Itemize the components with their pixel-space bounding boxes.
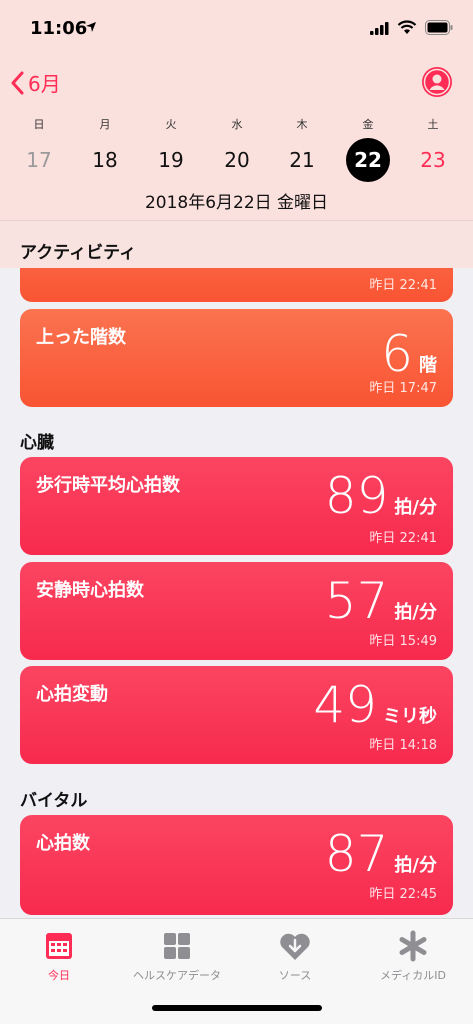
battery-icon [425, 20, 453, 35]
card-value: 6 [381, 325, 413, 383]
day-cell[interactable]: 20 [215, 138, 259, 182]
floors-climbed-card[interactable]: 上った階数 6 階 昨日 17:47 [20, 309, 453, 407]
day-row: 17 18 19 20 21 22 23 [0, 138, 473, 182]
day-cell[interactable]: 17 [17, 138, 61, 182]
card-time: 昨日 22:41 [369, 278, 437, 293]
section-vitals: バイタル [20, 791, 88, 811]
chevron-left-icon [11, 71, 24, 94]
location-arrow-icon [86, 22, 96, 32]
asterisk-icon [399, 930, 427, 962]
grid-icon [164, 933, 190, 959]
full-date-label: 2018年6月22日 金曜日 [144, 193, 329, 213]
heart-rate-card[interactable]: 心拍数 87 拍/分 昨日 22:45 [20, 815, 453, 915]
calendar-icon [46, 933, 72, 959]
weekday-label: 水 [231, 118, 243, 131]
card-title: 心拍数 [36, 833, 90, 854]
day-cell[interactable]: 19 [149, 138, 193, 182]
heart-rate-variability-card[interactable]: 心拍変動 49 ミリ秒 昨日 14:18 [20, 666, 453, 764]
day-cell[interactable]: 23 [411, 138, 455, 182]
back-label: 6月 [28, 72, 61, 96]
card-time: 昨日 14:18 [369, 738, 437, 753]
card-title: 歩行時平均心拍数 [36, 475, 180, 496]
tab-label: ヘルスケアデータ [133, 969, 221, 982]
card-title: 心拍変動 [36, 684, 108, 705]
tab-label: 今日 [48, 969, 70, 982]
tab-label: ソース [278, 969, 312, 982]
tab-today[interactable]: 今日 [0, 929, 118, 983]
card-unit: ミリ秒 [383, 706, 437, 727]
signal-icon [370, 22, 389, 35]
weekday-label: 日 [33, 118, 45, 131]
weekday-label: 月 [99, 118, 111, 131]
weekday-label: 土 [427, 118, 439, 131]
weekday-row: 日 月 火 水 木 金 土 [0, 116, 473, 132]
day-cell[interactable]: 18 [83, 138, 127, 182]
nav-bar: 6月 [0, 64, 473, 104]
card-unit: 拍/分 [394, 602, 437, 623]
header: 11:06 6月 日 月 火 水 木 金 土 17 18 19 20 21 22… [0, 0, 473, 268]
day-cell-selected[interactable]: 22 [346, 138, 390, 182]
card-title: 上った階数 [36, 327, 126, 348]
weekday-label: 金 [362, 118, 374, 131]
tab-health-data[interactable]: ヘルスケアデータ [118, 929, 236, 983]
resting-heart-rate-card[interactable]: 安静時心拍数 57 拍/分 昨日 15:49 [20, 562, 453, 660]
weekday-label: 火 [165, 118, 177, 131]
home-indicator[interactable] [152, 1005, 322, 1011]
card-value: 87 [324, 825, 389, 883]
card-title: 安静時心拍数 [36, 580, 144, 601]
section-activity: アクティビティ [20, 243, 137, 263]
wifi-icon [397, 20, 417, 34]
card-time: 昨日 15:49 [369, 634, 437, 649]
card-value: 57 [324, 572, 389, 630]
weekday-label: 木 [296, 118, 308, 131]
status-bar: 11:06 [0, 0, 473, 58]
card-time: 昨日 17:47 [369, 381, 437, 396]
tab-label: メディカルID [380, 969, 446, 982]
profile-icon[interactable] [421, 66, 453, 98]
card-time: 昨日 22:41 [369, 531, 437, 546]
walking-heart-rate-card[interactable]: 歩行時平均心拍数 89 拍/分 昨日 22:41 [20, 457, 453, 555]
card-value: 89 [324, 467, 389, 525]
card-unit: 拍/分 [394, 855, 437, 876]
heart-download-icon [280, 933, 310, 960]
status-time: 11:06 [30, 18, 88, 39]
tab-sources[interactable]: ソース [236, 929, 354, 983]
card-value: 49 [313, 676, 377, 734]
card-time: 昨日 22:45 [369, 887, 437, 902]
card-unit: 階 [419, 355, 437, 376]
card-unit: 拍/分 [394, 497, 437, 518]
day-cell[interactable]: 21 [280, 138, 324, 182]
tab-medical-id[interactable]: メディカルID [354, 929, 472, 983]
section-heart: 心臓 [20, 433, 54, 453]
back-month-button[interactable]: 6月 [10, 68, 61, 97]
